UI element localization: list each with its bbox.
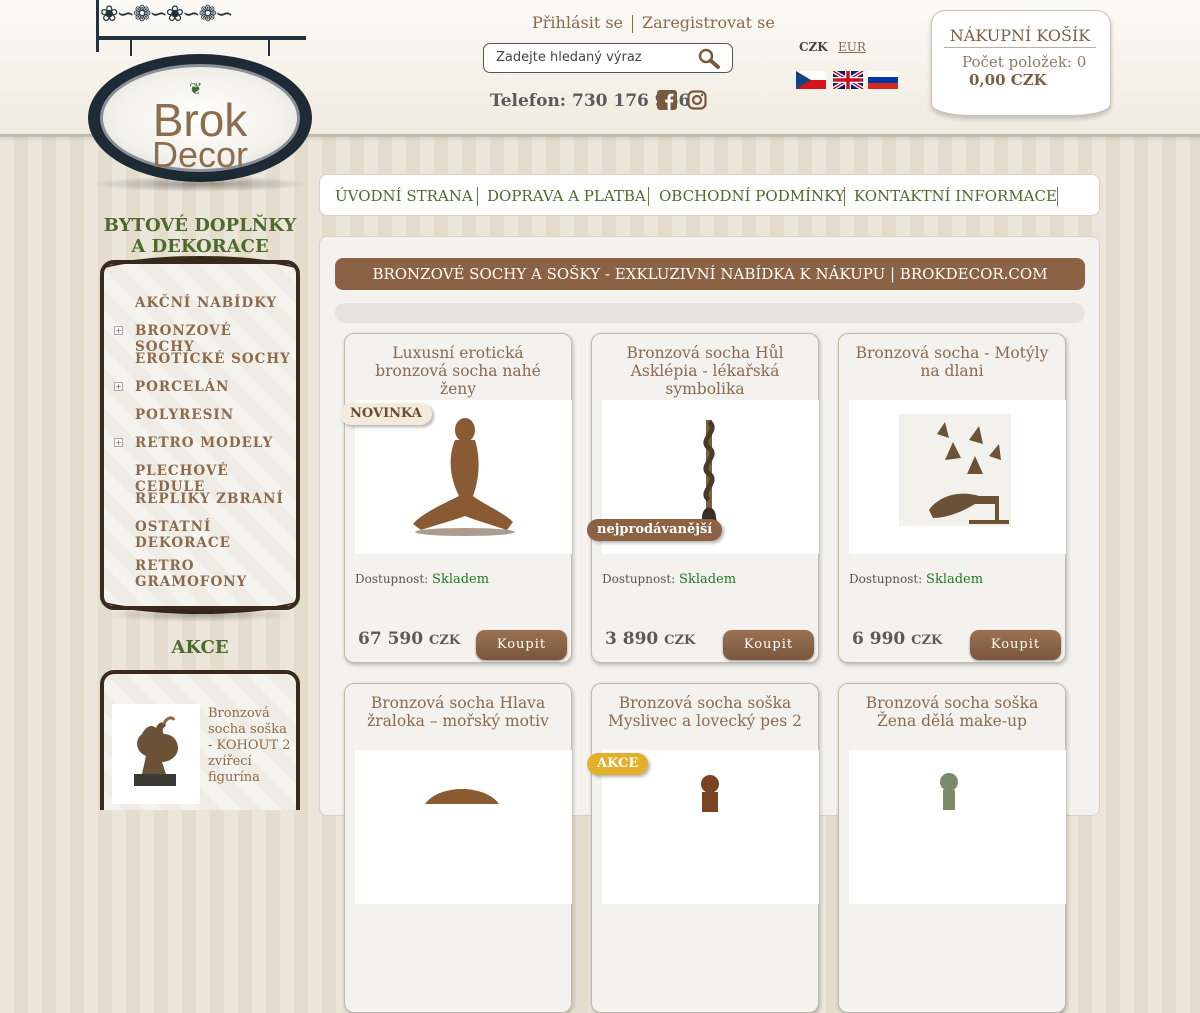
product-title[interactable]: Bronzová socha Hůl Asklépia - lékařská s… [602,344,808,398]
cart-title: NÁKUPNÍ KOŠÍK [944,26,1096,48]
product-card: Luxusní erotická bronzová socha nahé žen… [344,333,572,663]
product-title[interactable]: Bronzová socha Hlava žraloka – mořský mo… [355,694,561,730]
product-card: Bronzová socha - Motýly na dlani Dostupno… [838,333,1066,663]
logo-chain-left [130,40,132,56]
currency-eur[interactable]: EUR [838,40,866,54]
product-card: Bronzová socha soška Žena dělá make-up [838,683,1066,1013]
search-icon[interactable] [698,48,720,70]
buy-button[interactable]: Koupit [476,630,567,660]
menu-shadow [104,608,294,622]
akce-box: Bronzová socha soška - KOHOUT 2 zvířecí … [100,670,300,810]
availability: Dostupnost: Skladem [602,572,736,587]
product-image[interactable] [849,400,1066,554]
login-link[interactable]: Přihlásit se [532,13,623,32]
price-currency: CZK [911,633,943,648]
product-title[interactable]: Bronzová socha soška Žena dělá make-up [849,694,1055,730]
price-value: 6 990 [852,629,906,649]
price-value: 3 890 [605,629,659,649]
akce-product-title[interactable]: Bronzová socha soška - KOHOUT 2 zvířecí … [208,706,294,786]
currency-czk[interactable]: CZK [799,40,828,54]
cart-item-count: Počet položek: 0 [962,53,1087,71]
cart-total: 0,00 CZK [969,71,1047,89]
product-image[interactable] [355,750,572,904]
rooster-statue-icon [134,716,178,786]
category-menu: AKČNÍ NABÍDKY BRONZOVÉ SOCHY + EROTICKÉ SOC… [100,256,300,614]
search-input[interactable] [494,49,688,66]
category-banner: BRONZOVÉ SOCHY A SOŠKY - EXKLUZIVNÍ NABÍ… [335,258,1085,290]
product-card: Bronzová socha soška Myslivec a lovecký … [591,683,819,1013]
product-image[interactable] [849,750,1066,904]
sidebar-heading: BYTOVÉ DOPLŇKY A DEKORACE [103,215,297,257]
availability: Dostupnost: Skladem [849,572,983,587]
account-links: Přihlásit se Zaregistrovat se [532,13,775,33]
product-card: Bronzová socha Hlava žraloka – mořský mo… [344,683,572,1013]
buy-button[interactable]: Koupit [723,630,814,660]
nav-contact[interactable]: KONTAKTNÍ INFORMACE [854,187,1057,205]
sidebar-item[interactable]: AKČNÍ NABÍDKY [135,295,295,311]
product-title[interactable]: Bronzová socha - Motýly na dlani [849,344,1055,380]
product-title[interactable]: Bronzová socha soška Myslivec a lovecký … [602,694,808,730]
nav-separator [844,187,845,206]
price-currency: CZK [428,633,461,648]
russia-flag-icon[interactable] [868,71,898,89]
facebook-icon[interactable] [657,90,677,110]
logo-ironwork-ornament: ❀∽❁∽❀∽❁∽ [100,2,233,27]
sidebar-item[interactable]: OSTATNÍ DEKORACE [135,519,295,551]
availability-label: Dostupnost: [849,572,923,586]
logo-shadow [90,176,312,192]
sidebar-item[interactable]: REPLIKY ZBRANÍ [135,491,295,507]
product-price: 6 990 CZK [852,629,942,649]
expand-plus-icon[interactable]: + [114,382,123,391]
main-nav: ÚVODNÍ STRANA DOPRAVA A PLATBA OBCHODNÍ … [319,174,1100,216]
expand-plus-icon[interactable]: + [114,326,123,335]
link-separator [632,14,634,33]
product-title[interactable]: Luxusní erotická bronzová socha nahé žen… [355,344,561,398]
availability-label: Dostupnost: [355,572,429,586]
product-price: 67 590 CZK [358,629,460,649]
site-logo[interactable]: ❀∽❁∽❀∽❁∽ ❦ Brok Decor [86,0,316,195]
instagram-icon[interactable] [687,90,707,110]
price-value: 67 590 [358,629,424,649]
nav-home[interactable]: ÚVODNÍ STRANA [335,187,473,205]
product-badge: NOVINKA [340,403,432,425]
akce-heading: AKCE [171,637,229,658]
nav-shipping[interactable]: DOPRAVA A PLATBA [487,187,646,205]
product-card: Bronzová socha Hůl Asklépia - lékařská s… [591,333,819,663]
nav-terms[interactable]: OBCHODNÍ PODMÍNKY [659,187,845,205]
buy-button[interactable]: Koupit [970,630,1061,660]
nav-separator [648,187,649,206]
logo-line2: Decor [151,134,249,175]
nav-separator [477,187,478,206]
filter-strip [335,303,1085,323]
uk-flag-icon[interactable] [833,71,863,89]
availability-status: Skladem [926,572,984,587]
product-badge: nejprodávanější [587,519,723,541]
sidebar-item[interactable]: EROTICKÉ SOCHY [135,351,295,367]
product-price: 3 890 CZK [605,629,695,649]
availability: Dostupnost: Skladem [355,572,489,587]
sidebar-item[interactable]: RETRO MODELY [135,435,295,451]
sidebar-item[interactable]: PORCELÁN [135,379,295,395]
logo-chain-right [268,40,270,56]
nav-separator [1057,187,1058,206]
search-box [483,43,733,73]
logo-oval: ❦ Brok Decor [88,54,312,182]
logo-sign-bar [96,36,306,40]
availability-status: Skladem [432,572,490,587]
register-link[interactable]: Zaregistrovat se [642,13,775,32]
availability-label: Dostupnost: [602,572,676,586]
availability-status: Skladem [679,572,737,587]
sidebar-item[interactable]: POLYRESIN [135,407,295,423]
shopping-cart[interactable]: NÁKUPNÍ KOŠÍK Počet položek: 0 0,00 CZK [931,10,1111,116]
logo-oval-inner: ❦ Brok Decor [100,64,300,175]
akce-product-image[interactable] [112,704,200,804]
sidebar-item[interactable]: RETRO GRAMOFONY [135,558,295,590]
logo-sign-post [96,0,99,52]
price-currency: CZK [664,633,696,648]
expand-plus-icon[interactable]: + [114,438,123,447]
product-badge: AKCE [587,753,649,775]
czech-flag-icon[interactable] [796,71,826,89]
